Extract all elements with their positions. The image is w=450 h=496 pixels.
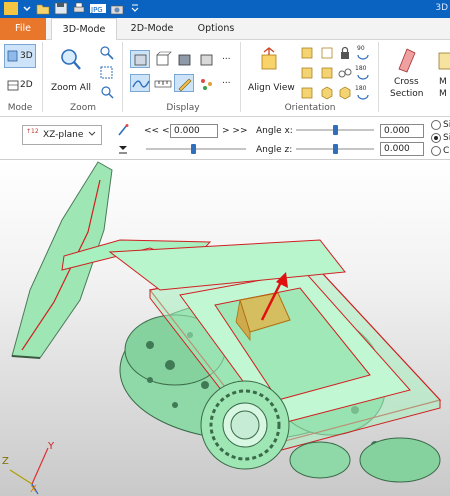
section-toolbar: ↑12 XZ-plane << < 0.000 > >> Angle x: 0.… bbox=[0, 117, 450, 160]
plane-select[interactable]: ↑12 XZ-plane bbox=[22, 125, 102, 145]
step-back-buttons[interactable]: << < bbox=[144, 126, 169, 136]
angle-z-input[interactable]: 0.000 bbox=[380, 142, 424, 156]
rotate-180b-label: 180 bbox=[355, 85, 367, 92]
measure-line2: M bbox=[439, 89, 447, 99]
cube-icon[interactable] bbox=[336, 84, 352, 100]
section-position-input[interactable]: 0.000 bbox=[170, 124, 218, 138]
radio-option-1[interactable] bbox=[431, 120, 441, 130]
display-points-icon[interactable] bbox=[196, 74, 216, 92]
chevron-down-icon[interactable] bbox=[20, 2, 34, 15]
plane-options-dropdown[interactable] bbox=[116, 143, 130, 155]
rotate-90-icon[interactable]: 90 bbox=[354, 42, 370, 60]
display-more-top[interactable]: ... bbox=[222, 52, 231, 62]
link-icon[interactable] bbox=[336, 64, 352, 80]
mode-group-label: Mode bbox=[7, 103, 33, 113]
pick-plane-icon[interactable] bbox=[116, 123, 130, 137]
angle-z-slider-thumb[interactable] bbox=[333, 144, 338, 154]
display-group-label: Display bbox=[166, 103, 200, 113]
rotate-180-vertical-icon[interactable]: 180 bbox=[354, 82, 370, 100]
camera-icon[interactable] bbox=[110, 2, 124, 15]
view-bottom-icon[interactable] bbox=[318, 64, 334, 80]
dropdown-icon[interactable] bbox=[128, 2, 142, 15]
tab-2d-mode[interactable]: 2D-Mode bbox=[122, 18, 182, 40]
orientation-group-label: Orientation bbox=[284, 103, 336, 113]
angle-z-label: Angle z: bbox=[256, 145, 293, 155]
tab-3d-mode[interactable]: 3D-Mode bbox=[51, 18, 117, 41]
display-shaded-icon[interactable] bbox=[130, 50, 150, 68]
lock-icon[interactable] bbox=[336, 44, 352, 60]
view-back-icon[interactable] bbox=[318, 44, 334, 60]
zoom-all-label: Zoom All bbox=[51, 83, 91, 93]
view-iso-icon[interactable] bbox=[318, 84, 334, 100]
save-icon[interactable] bbox=[54, 2, 68, 15]
tab-file[interactable]: File bbox=[0, 18, 46, 40]
axis-x-label: X bbox=[30, 484, 37, 495]
quick-access-toolbar: JPG 3D bbox=[0, 0, 450, 18]
cross-section-button[interactable]: Cross Section bbox=[384, 44, 428, 99]
svg-text:JPG: JPG bbox=[90, 6, 103, 14]
radio-option-3[interactable] bbox=[431, 146, 441, 156]
axis-z-label: Z bbox=[2, 456, 9, 467]
radio-option-3-label: C bbox=[443, 146, 450, 156]
view-top-icon[interactable] bbox=[298, 64, 314, 80]
open-folder-icon[interactable] bbox=[36, 2, 50, 15]
export-jpg-icon[interactable]: JPG bbox=[90, 2, 106, 15]
cross-section-line1: Cross bbox=[394, 77, 419, 87]
ribbon-tabs: File 3D-Mode 2D-Mode Options bbox=[0, 18, 450, 41]
zoom-all-button[interactable]: Zoom All bbox=[48, 44, 91, 98]
mode-3d-label: 3D bbox=[20, 51, 33, 61]
axis-y-label: Y bbox=[48, 441, 55, 452]
display-more-bottom[interactable]: ... bbox=[222, 76, 231, 86]
position-slider-track[interactable] bbox=[146, 148, 246, 150]
chevron-down-icon bbox=[88, 130, 96, 139]
mode-2d-button[interactable]: 2D bbox=[4, 74, 36, 96]
zoom-fit-icon[interactable] bbox=[98, 64, 114, 80]
tab-options[interactable]: Options bbox=[188, 18, 244, 40]
display-pencil-icon[interactable] bbox=[174, 74, 194, 92]
plane-badge: ↑12 bbox=[26, 128, 39, 135]
group-divider bbox=[240, 42, 241, 112]
group-divider bbox=[378, 42, 379, 112]
step-forward-buttons[interactable]: > >> bbox=[222, 126, 247, 136]
measure-line1: M bbox=[439, 77, 447, 87]
align-view-button[interactable]: Align View bbox=[245, 44, 295, 98]
window-title: 3D bbox=[435, 3, 448, 13]
ribbon-panel: 3D 2D Mode Zoom All Zoom ... ... Display… bbox=[0, 40, 450, 117]
zoom-in-icon[interactable] bbox=[98, 83, 114, 99]
display-curve-icon[interactable] bbox=[130, 74, 150, 92]
rotate-180a-label: 180 bbox=[355, 65, 367, 72]
zoom-group-label: Zoom bbox=[70, 103, 96, 113]
mode-3d-button[interactable]: 3D bbox=[4, 44, 36, 68]
display-solid-icon[interactable] bbox=[174, 50, 194, 68]
display-hidden-icon[interactable] bbox=[196, 50, 216, 68]
3d-viewport[interactable]: Y Z X bbox=[0, 160, 450, 496]
position-slider-thumb[interactable] bbox=[191, 144, 196, 154]
app-icon bbox=[4, 2, 18, 15]
angle-x-slider-thumb[interactable] bbox=[333, 125, 338, 135]
mode-2d-label: 2D bbox=[20, 80, 33, 90]
view-left-icon[interactable] bbox=[298, 84, 314, 100]
cross-section-line2: Section bbox=[390, 89, 424, 99]
rotate-90-label: 90 bbox=[357, 45, 365, 52]
3d-model-render bbox=[11, 161, 442, 483]
rotate-180-horizontal-icon[interactable]: 180 bbox=[354, 62, 370, 80]
angle-x-input[interactable]: 0.000 bbox=[380, 124, 424, 138]
plane-select-value: XZ-plane bbox=[43, 130, 84, 140]
align-view-label: Align View bbox=[248, 83, 295, 93]
view-front-icon[interactable] bbox=[298, 44, 314, 60]
radio-option-1-label: Si bbox=[443, 120, 450, 130]
display-wireframe-icon[interactable] bbox=[152, 50, 172, 68]
group-divider bbox=[122, 42, 123, 112]
radio-option-2[interactable] bbox=[431, 133, 441, 143]
print-icon[interactable] bbox=[72, 2, 86, 15]
zoom-window-icon[interactable] bbox=[98, 44, 114, 60]
radio-option-2-label: Si bbox=[443, 133, 450, 143]
display-measure-icon[interactable] bbox=[152, 74, 172, 92]
measure-button[interactable]: M M bbox=[432, 44, 450, 99]
group-divider bbox=[42, 42, 43, 112]
angle-x-label: Angle x: bbox=[256, 126, 293, 136]
